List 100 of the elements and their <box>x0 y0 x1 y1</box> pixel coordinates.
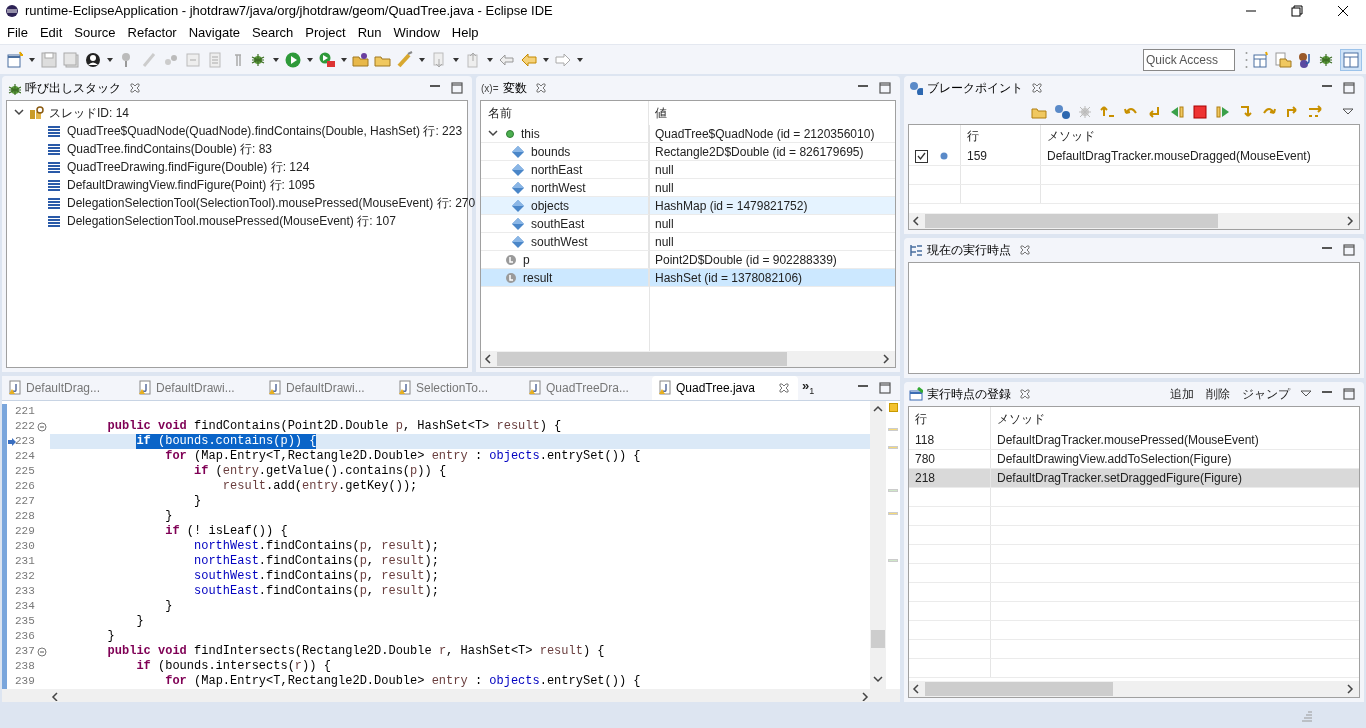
maximize-view-icon[interactable] <box>878 381 892 395</box>
maximize-view-icon[interactable] <box>450 81 464 95</box>
checked-checkbox-icon[interactable] <box>915 149 928 163</box>
maximize-view-icon[interactable] <box>878 81 892 95</box>
stack-frame[interactable]: DelegationSelectionTool.mousePressed(MouseEvent) 行: 107 <box>67 212 396 230</box>
resume-icon[interactable] <box>1215 104 1231 120</box>
toolbar-action[interactable]: 追加 <box>1168 385 1196 403</box>
user-circle-icon[interactable] <box>84 50 102 69</box>
line-number: 227 <box>15 494 36 510</box>
debug-layout-icon[interactable] <box>1340 48 1362 71</box>
dropdown-caret-icon[interactable] <box>340 55 348 64</box>
close-tab-icon[interactable] <box>1031 82 1043 94</box>
menu-item[interactable]: Help <box>445 23 485 43</box>
close-tab-icon[interactable] <box>534 82 547 94</box>
menu-item[interactable]: Window <box>387 23 446 43</box>
breakpoint-dots-icon[interactable] <box>1054 104 1070 120</box>
menu-item[interactable]: Run <box>351 23 388 43</box>
variable-row[interactable]: southWest null <box>481 233 895 251</box>
dropdown-caret-icon[interactable] <box>452 55 460 64</box>
menu-item[interactable]: Search <box>246 23 300 43</box>
step-back-icon[interactable] <box>1100 104 1116 120</box>
scroll-left-icon[interactable] <box>50 690 60 701</box>
variable-row[interactable]: northWest null <box>481 179 895 197</box>
scrollbar-thumb[interactable] <box>497 352 788 366</box>
dropdown-caret-icon[interactable] <box>272 55 280 64</box>
toolbar-action[interactable]: ジャンプ <box>1240 385 1292 403</box>
table-row[interactable]: 118 DefaultDragTracker.mousePressed(MouseEvent) <box>909 431 1359 450</box>
fold-toggle-icon[interactable] <box>37 646 47 657</box>
variable-value: HashMap (id = 1479821752) <box>654 197 809 214</box>
variable-row[interactable]: southEast null <box>481 215 895 233</box>
stack-frame-icon <box>47 142 61 156</box>
dropdown-caret-icon[interactable] <box>28 55 36 64</box>
menu-item[interactable]: Project <box>299 23 352 43</box>
variable-row[interactable]: northEast null <box>481 161 895 179</box>
horizontal-scrollbar[interactable] <box>909 213 1359 229</box>
open-perspective-icon[interactable] <box>1252 50 1270 69</box>
resume-back-icon[interactable] <box>1169 104 1185 120</box>
stack-frame[interactable]: QuadTreeDrawing.findFigure(Double) 行: 124 <box>67 158 310 176</box>
column-header[interactable]: メソッド <box>991 407 1359 431</box>
variable-value: null <box>654 233 675 250</box>
menu-item[interactable]: Refactor <box>121 23 183 43</box>
menu-item[interactable]: Navigate <box>182 23 246 43</box>
dropdown-caret-icon[interactable] <box>306 55 314 64</box>
scroll-right-icon[interactable] <box>860 690 870 701</box>
drop-to-frame-icon[interactable] <box>1307 104 1323 120</box>
run-icon[interactable] <box>284 50 302 69</box>
view-menu-icon[interactable] <box>1300 389 1312 399</box>
variable-row[interactable]: result HashSet (id = 1378082106) <box>481 269 895 287</box>
table-row[interactable]: 218 DefaultDragTracker.setDraggedFigure(Figure) <box>909 469 1359 488</box>
menu-item[interactable]: Edit <box>33 23 69 43</box>
fold-toggle-icon[interactable] <box>37 421 47 432</box>
variable-row[interactable]: bounds Rectangle2D$Double (id = 826179695) <box>481 143 895 161</box>
close-tab-icon[interactable] <box>1019 388 1031 400</box>
column-header[interactable]: 行 <box>961 125 1041 147</box>
horizontal-scrollbar[interactable] <box>2 689 900 702</box>
menu-item[interactable]: Source <box>68 23 122 43</box>
stack-frame[interactable]: DelegationSelectionTool(SelectionTool).mousePressed(MouseEvent) 行: 270 <box>67 194 476 212</box>
column-header[interactable]: 値 <box>649 101 895 125</box>
open-folder-icon[interactable] <box>352 50 370 69</box>
menu-item[interactable]: File <box>1 23 34 43</box>
bug-icon <box>7 81 21 95</box>
toolbar-action[interactable]: 削除 <box>1204 385 1232 403</box>
stack-frame[interactable]: QuadTree$QuadNode(QuadNode).findContains(Double, HashSet) 行: 223 <box>67 122 463 140</box>
dropdown-caret-icon[interactable] <box>542 55 550 64</box>
editor-tab[interactable]: QuadTree.java <box>652 376 798 400</box>
step-return-icon[interactable] <box>1284 104 1300 120</box>
maximize-view-icon[interactable] <box>1342 387 1356 401</box>
stop-icon[interactable] <box>1192 104 1208 120</box>
dropdown-caret-icon[interactable] <box>486 55 494 64</box>
horizontal-scrollbar[interactable] <box>909 681 1359 697</box>
thread-label[interactable]: スレッドID: 14 <box>49 104 129 122</box>
status-grip-icon <box>1300 709 1314 723</box>
table-row[interactable]: 780 DefaultDrawingView.addToSelection(Figure) <box>909 450 1359 469</box>
close-tab-icon[interactable] <box>129 82 141 94</box>
variable-row[interactable]: objects HashMap (id = 1479821752) <box>481 197 895 215</box>
close-tab-icon[interactable] <box>778 382 790 394</box>
step-return-back-icon[interactable] <box>1146 104 1162 120</box>
dropdown-caret-icon[interactable] <box>418 55 426 64</box>
maximize-view-icon[interactable] <box>1342 81 1356 95</box>
stack-frame[interactable]: DefaultDrawingView.findFigure(Point) 行: 1095 <box>67 176 315 194</box>
stack-frame-icon <box>47 196 61 210</box>
external-tools-icon[interactable] <box>318 50 336 69</box>
dropdown-caret-icon[interactable] <box>106 55 114 64</box>
window-title: runtime-EclipseApplication - jhotdraw7/java/org/jhotdraw/geom/QuadTree.java - Eclipse IDE <box>25 2 553 21</box>
column-header[interactable]: メソッド <box>1041 125 1359 147</box>
horizontal-scrollbar[interactable] <box>481 351 895 367</box>
scrollbar-thumb[interactable] <box>925 682 1114 696</box>
variable-row[interactable]: p Point2D$Double (id = 902288339) <box>481 251 895 269</box>
close-tab-icon[interactable] <box>1019 244 1031 256</box>
quick-access-field[interactable]: Quick Access <box>1143 48 1235 71</box>
view-menu-icon[interactable] <box>1342 107 1354 117</box>
vertical-scrollbar[interactable] <box>870 401 886 689</box>
scrollbar-thumb[interactable] <box>925 214 1218 228</box>
new-file-icon[interactable] <box>6 50 24 69</box>
variable-row[interactable]: this QuadTree$QuadNode (id = 2120356010) <box>481 125 895 143</box>
maximize-view-icon[interactable] <box>1342 243 1356 257</box>
scrollbar-thumb[interactable] <box>871 630 885 648</box>
stack-frame[interactable]: QuadTree.findContains(Double) 行: 83 <box>67 140 272 158</box>
dropdown-caret-icon[interactable] <box>576 55 584 64</box>
field-diamond-icon <box>511 180 525 195</box>
